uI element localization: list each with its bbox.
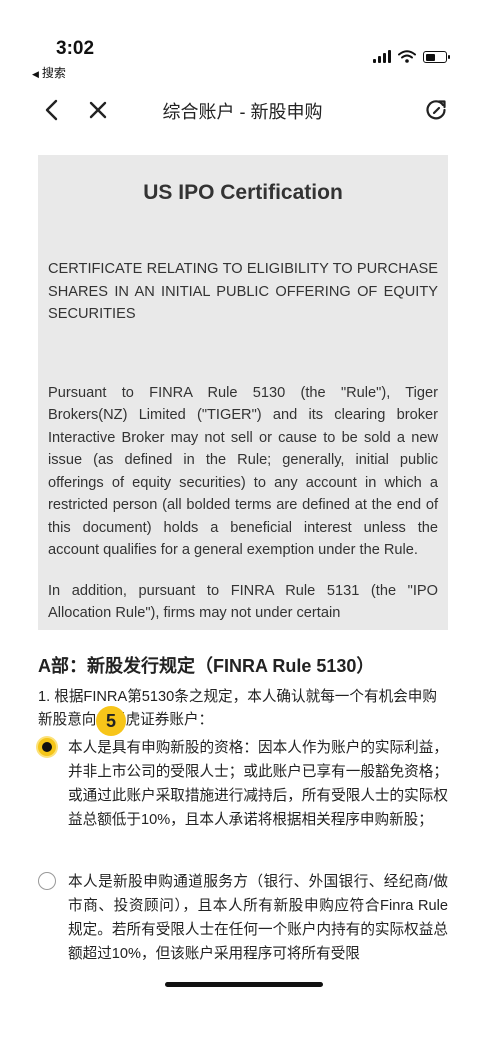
- certificate-heading: CERTIFICATE RELATING TO ELIGIBILITY TO P…: [48, 261, 438, 322]
- option-intermediary[interactable]: 本人是新股申购通道服务方（银行、外国银行、经纪商/做市商、投资顾问），且本人所有…: [36, 870, 448, 960]
- section-a-title: A部：新股发行规定（FINRA Rule 5130）: [38, 656, 375, 676]
- certificate-panel[interactable]: US IPO Certification CERTIFICATE RELATIN…: [38, 155, 448, 630]
- radio-unchecked-icon[interactable]: [38, 872, 56, 890]
- certificate-paragraph: Pursuant to FINRA Rule 5130 (the "Rule")…: [48, 384, 438, 559]
- status-icons: [373, 50, 450, 63]
- option-eligible-text: 本人是具有申购新股的资格：因本人作为账户的实际利益，并非上市公司的受限人士；或此…: [68, 740, 448, 828]
- status-bar: 3:02 ◀ 搜索: [0, 0, 485, 80]
- battery-icon: [423, 51, 450, 63]
- signal-icon: [373, 50, 391, 63]
- nav-bar: 综合账户 - 新股申购: [0, 86, 485, 134]
- back-to-app-link[interactable]: ◀ 搜索: [32, 64, 66, 81]
- status-time: 3:02: [56, 38, 95, 59]
- wifi-icon: [398, 50, 416, 63]
- option-eligible[interactable]: 本人是具有申购新股的资格：因本人作为账户的实际利益，并非上市公司的受限人士；或此…: [36, 736, 448, 832]
- back-triangle-icon: ◀: [32, 69, 39, 79]
- back-app-label: 搜索: [41, 66, 66, 80]
- page-title: 综合账户 - 新股申购: [162, 102, 323, 122]
- certificate-title: US IPO Certification: [143, 181, 343, 204]
- home-indicator[interactable]: [165, 982, 323, 987]
- step-number-badge: 5: [96, 706, 126, 736]
- option-intermediary-text: 本人是新股申购通道服务方（银行、外国银行、经纪商/做市商、投资顾问），且本人所有…: [68, 874, 448, 960]
- radio-checked-icon[interactable]: [38, 738, 56, 756]
- refresh-icon[interactable]: [423, 96, 449, 124]
- certificate-paragraph: In addition, pursuant to FINRA Rule 5131…: [48, 582, 438, 622]
